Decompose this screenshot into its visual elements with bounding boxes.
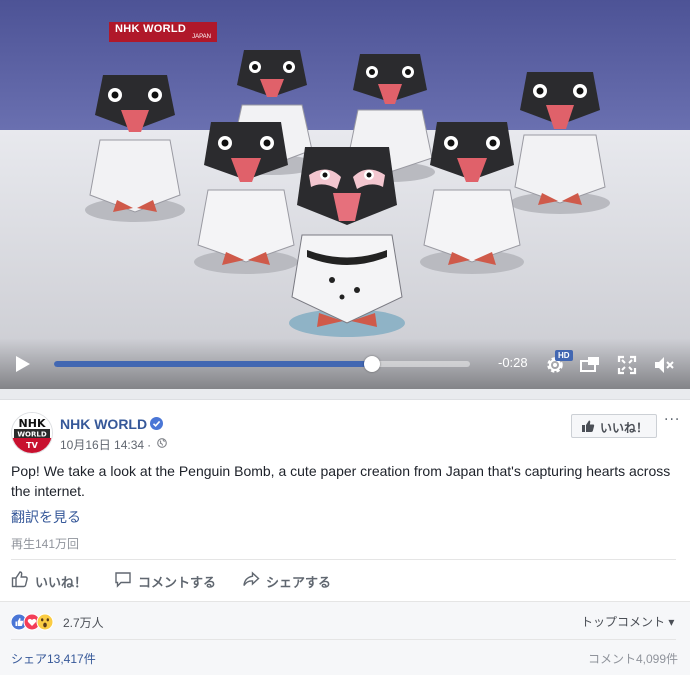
nhk-world-tv-logo: NHK WORLD TV [12,413,52,453]
avatar[interactable]: NHK WORLD TV [11,412,53,454]
like-action-label: いいね！ [35,575,88,590]
page-name-link[interactable]: NHK WORLD [60,416,147,432]
miniplayer-icon[interactable] [579,354,601,376]
video-player[interactable]: NHK WORLD JAPAN -0:28 HD [0,0,690,389]
divider [11,639,676,640]
share-action-label: シェアする [266,575,332,590]
wow-reaction-icon [36,613,54,631]
share-icon [243,571,260,586]
avatar-line2: WORLD [17,431,47,439]
video-controls: -0:28 HD [0,338,690,389]
hd-badge: HD [555,350,573,361]
see-translation-link[interactable]: 翻訳を見る [11,507,81,527]
comment-action-label: コメントする [138,575,217,590]
reaction-count[interactable]: 2.7万人 [63,614,104,631]
meta-separator: · [147,438,152,452]
share-count[interactable]: シェア13,417件 [11,650,96,667]
video-scrubber-handle[interactable] [364,356,381,372]
video-frame-penguins [0,0,690,389]
share-action-button[interactable]: シェアする [242,570,342,592]
avatar-line1: NHK [19,417,46,430]
reactions-bar: 2.7万人 トップコメント ▾ シェア13,417件 コメント4,099件 [0,601,690,675]
facebook-video-post: NHK WORLD JAPAN -0:28 HD NHK WORLD TV NH… [0,0,690,675]
comment-action-button[interactable]: コメントする [114,570,224,592]
comment-icon [115,572,131,588]
post-card: NHK WORLD TV NHK WORLD 10月16日 14:34 · いいね… [0,399,690,675]
like-page-button[interactable]: いいね！ [571,414,657,438]
watermark-title: NHK WORLD [115,23,187,35]
globe-icon[interactable] [157,438,167,448]
view-count: 再生141万回 [11,537,80,551]
thumbs-up-icon [582,420,595,432]
more-options-button[interactable]: ··· [664,412,680,428]
top-comments-dropdown[interactable]: トップコメント ▾ [581,613,674,630]
watermark-subtitle: JAPAN [192,34,211,40]
fullscreen-icon[interactable] [616,354,638,376]
thumbs-up-icon [11,571,28,588]
avatar-line3: TV [26,441,38,450]
comment-count[interactable]: コメント4,099件 [588,650,678,667]
verified-icon [150,417,163,430]
post-meta: 10月16日 14:34 · [60,436,154,453]
mute-icon[interactable] [653,354,675,376]
time-remaining: -0:28 [498,355,528,370]
post-text: Pop! We take a look at the Penguin Bomb,… [11,463,671,499]
play-icon[interactable] [12,354,32,374]
post-timestamp[interactable]: 10月16日 14:34 [60,438,144,452]
reaction-icons[interactable] [11,613,61,631]
nhk-world-watermark: NHK WORLD JAPAN [109,22,217,42]
divider [11,559,676,560]
video-progress-fill [54,361,373,367]
like-action-button[interactable]: いいね！ [11,570,91,592]
like-page-label: いいね！ [600,421,649,435]
video-progress-bar[interactable] [54,356,470,372]
